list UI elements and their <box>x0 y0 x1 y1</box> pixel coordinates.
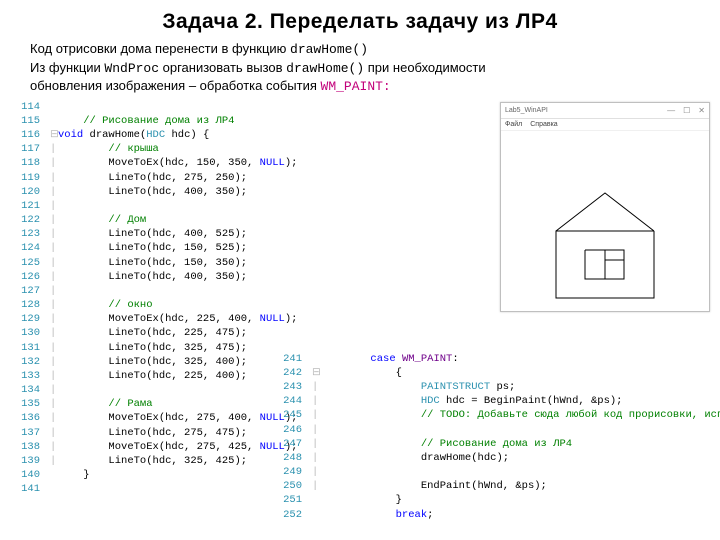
maximize-icon[interactable]: ☐ <box>683 106 690 115</box>
minimize-icon[interactable]: — <box>667 106 675 115</box>
house-drawing <box>501 131 709 311</box>
title-bar: Lab5_WinAPI — ☐ ✕ <box>501 103 709 119</box>
desc-code: WndProc <box>104 61 159 76</box>
desc-code: drawHome() <box>290 42 368 57</box>
desc-text: обновления изображения – обработка событ… <box>30 78 321 93</box>
window-title: Lab5_WinAPI <box>505 107 667 114</box>
code-block-wmpaint: 241 case WM_PAINT:242⊟ {243| PAINTSTRUCT… <box>276 352 720 522</box>
menu-bar: Файл Справка <box>501 119 709 131</box>
desc-code: drawHome() <box>286 61 364 76</box>
desc-code-highlight: WM_PAINT: <box>321 79 391 94</box>
code-block-drawhome: 114 115 // Рисование дома из ЛР4116⊟void… <box>14 100 297 497</box>
code-area: 114 115 // Рисование дома из ЛР4116⊟void… <box>0 100 720 505</box>
task-description: Код отрисовки дома перенести в функцию d… <box>0 40 720 100</box>
close-icon[interactable]: ✕ <box>698 106 705 115</box>
menu-file[interactable]: Файл <box>505 121 522 128</box>
app-window: Lab5_WinAPI — ☐ ✕ Файл Справка <box>500 102 710 312</box>
desc-text: Код отрисовки дома перенести в функцию <box>30 41 290 56</box>
desc-text: при необходимости <box>364 60 485 75</box>
menu-help[interactable]: Справка <box>530 121 557 128</box>
desc-text: организовать вызов <box>159 60 286 75</box>
desc-text: Из функции <box>30 60 104 75</box>
slide-title: Задача 2. Переделать задачу из ЛР4 <box>0 0 720 40</box>
drawing-canvas <box>501 131 709 311</box>
